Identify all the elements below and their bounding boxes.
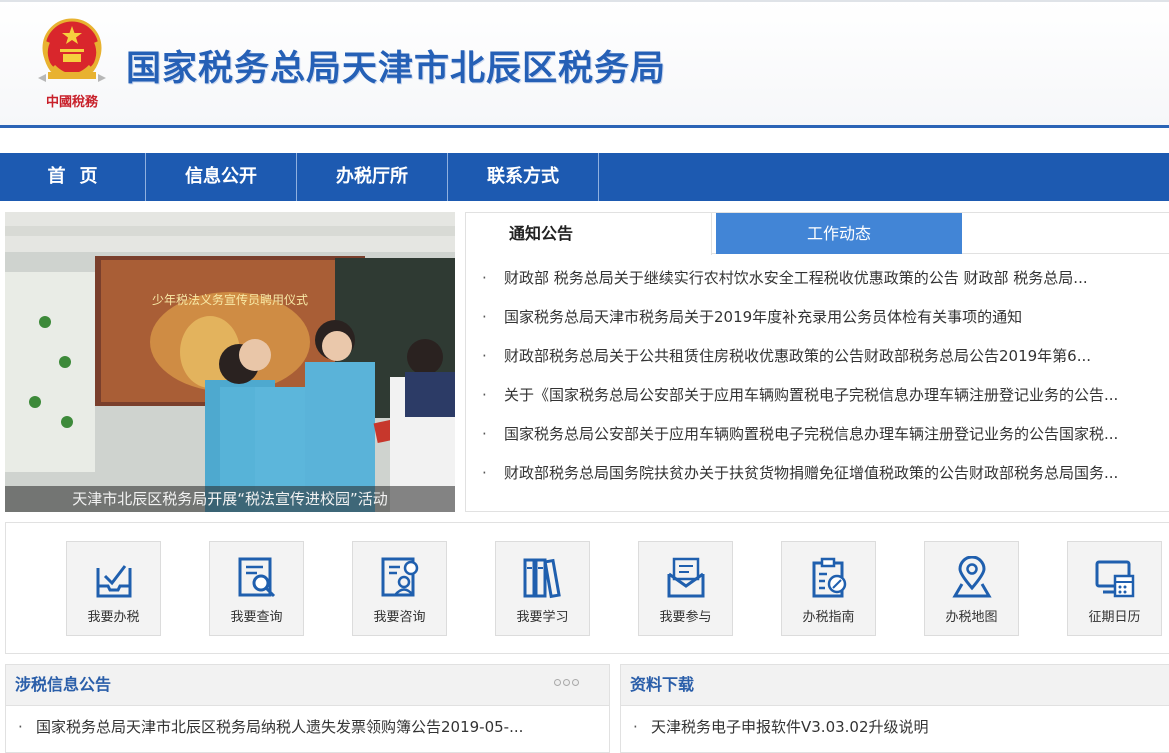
tax-info-list: · 国家税务总局天津市北辰区税务局纳税人遗失发票领购簿公告2019-05-... [6, 706, 609, 748]
main-nav: 首页 信息公开 办税厅所 联系方式 [0, 153, 1169, 201]
nav-item-info-disclosure[interactable]: 信息公开 [146, 153, 297, 201]
list-item[interactable]: · 国家税务总局天津市税务局关于2019年度补充录用公务员体检有关事项的通知 [466, 298, 1169, 337]
bullet-icon: · [482, 464, 487, 482]
notice-tabs: 通知公告 工作动态 [466, 213, 1169, 255]
list-item[interactable]: · 财政部 税务总局关于继续实行农村饮水安全工程税收优惠政策的公告 财政部 税务总… [466, 259, 1169, 298]
service-file-tax[interactable]: 我要办税 [66, 541, 161, 636]
panel-title: 资料下载 [630, 675, 695, 694]
bullet-icon: · [633, 718, 638, 736]
nav-item-tax-halls[interactable]: 办税厅所 [297, 153, 448, 201]
notice-link[interactable]: 国家税务总局公安部关于应用车辆购置税电子完税信息办理车辆注册登记业务的公告国家税… [504, 425, 1118, 443]
list-item[interactable]: · 财政部税务总局关于公共租赁住房税收优惠政策的公告财政部税务总局公告2019年第… [466, 337, 1169, 376]
nav-item-contact[interactable]: 联系方式 [448, 153, 599, 201]
slide-caption[interactable]: 天津市北辰区税务局开展“税法宣传进校园”活动 [5, 486, 455, 512]
notice-link[interactable]: 财政部 税务总局关于继续实行农村饮水安全工程税收优惠政策的公告 财政部 税务总局… [504, 269, 1088, 287]
slide-photo: 少年税法义务宣传员聘用仪式 [5, 212, 455, 512]
emblem-text: 中國稅務 [46, 94, 99, 110]
panel-title: 涉税信息公告 [15, 675, 112, 694]
news-slideshow[interactable]: 少年税法义务宣传员聘用仪式 天津市北辰区税务局开展“税法宣传进校园”活动 [5, 212, 455, 512]
notice-link[interactable]: 财政部税务总局关于公共租赁住房税收优惠政策的公告财政部税务总局公告2019年第6… [504, 347, 1091, 365]
tax-box-icon [96, 565, 132, 598]
service-participate[interactable]: 我要参与 [638, 541, 733, 636]
panel-header: 涉税信息公告 [6, 665, 609, 706]
bullet-icon: · [482, 347, 487, 365]
tab-work-news[interactable]: 工作动态 [716, 213, 962, 254]
service-query[interactable]: 我要查询 [209, 541, 304, 636]
service-calendar[interactable]: 征期日历 [1067, 541, 1162, 636]
notice-link[interactable]: 国家税务总局天津市税务局关于2019年度补充录用公务员体检有关事项的通知 [504, 308, 1022, 326]
panel-header: 资料下载 [621, 665, 1169, 706]
consult-icon [381, 557, 419, 597]
list-item[interactable]: · 关于《国家税务总局公安部关于应用车辆购置税电子完税信息办理车辆注册登记业务的公… [466, 376, 1169, 415]
service-label: 我要学习 [516, 610, 569, 625]
service-label: 我要咨询 [373, 610, 426, 625]
books-icon [523, 558, 561, 599]
bullet-icon: · [482, 269, 487, 287]
notice-panel: 通知公告 工作动态 · 财政部 税务总局关于继续实行农村饮水安全工程税收优惠政策的… [465, 212, 1169, 512]
bullet-icon: · [18, 718, 23, 736]
bullet-icon: · [482, 308, 487, 326]
download-link[interactable]: 天津税务电子申报软件V3.03.02升级说明 [651, 718, 929, 736]
header-top-line [0, 0, 1169, 2]
list-item[interactable]: · 财政部税务总局国务院扶贫办关于扶贫货物捐赠免征增值税政策的公告财政部税务总局国… [466, 454, 1169, 493]
bullet-icon: · [482, 386, 487, 404]
service-label: 办税地图 [945, 610, 998, 625]
service-label: 我要参与 [659, 610, 712, 625]
list-item[interactable]: · 天津税务电子申报软件V3.03.02升级说明 [621, 706, 1169, 748]
service-guide[interactable]: 办税指南 [781, 541, 876, 636]
calendar-icon [1095, 560, 1135, 598]
tax-emblem-icon[interactable]: 中國稅務 [34, 12, 110, 112]
notice-link[interactable]: 关于《国家税务总局公安部关于应用车辆购置税电子完税信息办理车辆注册登记业务的公告… [504, 386, 1118, 404]
map-pin-icon [952, 556, 992, 598]
service-learn[interactable]: 我要学习 [495, 541, 590, 636]
more-icon[interactable] [554, 679, 579, 691]
bullet-icon: · [482, 425, 487, 443]
downloads-list: · 天津税务电子申报软件V3.03.02升级说明 [621, 706, 1169, 748]
service-consult[interactable]: 我要咨询 [352, 541, 447, 636]
service-label: 我要查询 [230, 610, 283, 625]
notice-list: · 财政部 税务总局关于继续实行农村饮水安全工程税收优惠政策的公告 财政部 税务总… [466, 259, 1169, 493]
service-shortcuts: 我要办税 我要查询 我要咨询 我要学习 我要参与 办税指南 办税地图 征期日历 [5, 522, 1169, 654]
slide-screen-text: 少年税法义务宣传员聘用仪式 [152, 292, 308, 307]
site-header: 中國稅務 国家税务总局天津市北辰区税务局 [0, 0, 1169, 128]
service-label: 征期日历 [1088, 610, 1141, 625]
service-label: 办税指南 [802, 610, 855, 625]
search-document-icon [238, 557, 276, 598]
site-title: 国家税务总局天津市北辰区税务局 [126, 49, 667, 89]
list-item[interactable]: · 国家税务总局天津市北辰区税务局纳税人遗失发票领购簿公告2019-05-... [6, 706, 609, 748]
service-map[interactable]: 办税地图 [924, 541, 1019, 636]
clipboard-icon [812, 557, 847, 598]
mail-icon [667, 557, 705, 598]
notice-link[interactable]: 财政部税务总局国务院扶贫办关于扶贫货物捐赠免征增值税政策的公告财政部税务总局国务… [504, 464, 1118, 482]
list-item[interactable]: · 国家税务总局公安部关于应用车辆购置税电子完税信息办理车辆注册登记业务的公告国家… [466, 415, 1169, 454]
tax-info-panel: 涉税信息公告 · 国家税务总局天津市北辰区税务局纳税人遗失发票领购簿公告2019-… [5, 664, 610, 753]
downloads-panel: 资料下载 · 天津税务电子申报软件V3.03.02升级说明 [620, 664, 1169, 753]
tax-info-link[interactable]: 国家税务总局天津市北辰区税务局纳税人遗失发票领购簿公告2019-05-... [36, 718, 523, 736]
nav-item-home[interactable]: 首页 [0, 153, 146, 201]
tab-notices[interactable]: 通知公告 [466, 213, 712, 255]
service-label: 我要办税 [87, 610, 140, 625]
